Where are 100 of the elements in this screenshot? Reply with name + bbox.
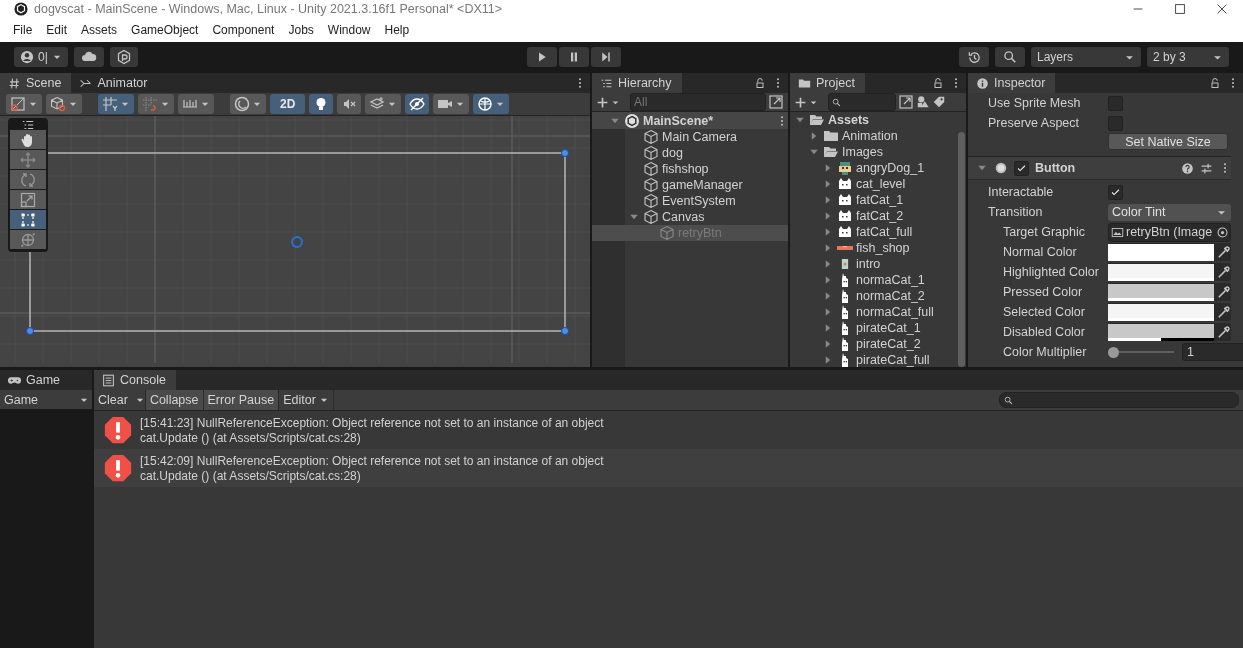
asset-item[interactable]: cat_level [856,177,906,191]
scale-tool-button[interactable] [10,190,46,209]
effects-button[interactable] [365,94,402,114]
field-label: Use Sprite Mesh [987,96,1082,110]
asset-item[interactable]: normaCat_full [856,305,934,319]
account-button[interactable]: 0| [14,47,68,67]
enabled-checkbox[interactable] [1014,160,1029,176]
pause-button[interactable] [559,47,589,67]
draw-mode-button[interactable] [6,94,42,114]
panel-tab[interactable]: Console [94,370,176,390]
menu-item[interactable]: File [6,23,40,37]
color-field[interactable] [1108,263,1214,281]
lighting-button[interactable] [309,94,334,114]
menu-item[interactable]: Window [320,23,378,37]
console-button[interactable]: Collapse [145,390,204,410]
field-label: Preserve Aspect [987,116,1080,130]
hierarchy-item[interactable]: dog [662,146,683,160]
hierarchy-item[interactable]: Main Camera [662,130,738,144]
collab-button[interactable] [109,47,138,67]
search-button[interactable] [995,47,1025,67]
cube-icon [643,129,659,145]
panel-tab[interactable]: Scene [0,73,72,93]
rect-tool-button[interactable] [10,210,46,229]
asset-item[interactable]: intro [856,257,881,271]
log-stack-trace[interactable]: cat.Update () (at Assets/Scripts/cat.cs:28) [140,468,604,483]
menu-item[interactable]: Assets [74,23,125,37]
orbit-button[interactable] [230,94,266,114]
asset-item[interactable]: pirateCat_full [856,353,930,367]
asset-folder[interactable]: Assets [828,113,869,127]
asset-item[interactable]: pirateCat_1 [856,321,921,335]
menu-item[interactable]: Edit [39,23,75,37]
log-message[interactable]: [15:41:23] NullReferenceException: Object reference not set to an instance of an object [140,415,604,430]
search-field[interactable]: All [630,93,766,111]
transition-dropdown[interactable]: Color Tint [1108,203,1231,221]
asset-item[interactable]: angryDog_1 [856,161,925,175]
draw-mode-icon [10,96,26,112]
maximize-icon [1173,2,1187,16]
checkbox[interactable] [1108,184,1123,200]
number-field[interactable]: 1 [1182,343,1243,361]
asset-item[interactable]: fish_shop [856,241,910,255]
grid-ruler-button[interactable] [178,94,214,114]
add-icon [596,95,609,109]
hierarchy-item[interactable]: gameManager [662,178,743,192]
scrollbar[interactable] [958,132,965,367]
asset-item[interactable]: fatCat_1 [856,193,904,207]
asset-item[interactable]: Animation [842,129,898,143]
set-native-size-button[interactable]: Set Native Size [1108,133,1228,150]
search-icon [1003,50,1017,64]
menu-item[interactable]: GameObject [124,23,206,37]
color-field[interactable] [1108,323,1214,341]
object-field[interactable]: retryBtn (Image [1108,222,1231,242]
history-button[interactable] [959,47,989,67]
color-field[interactable] [1108,303,1214,321]
display-dropdown[interactable]: Game [0,390,92,409]
lock-icon [932,77,944,89]
search-field[interactable] [828,93,896,111]
move-tool-icon [20,151,36,168]
log-stack-trace[interactable]: cat.Update () (at Assets/Scripts/cat.cs:28) [140,430,604,445]
shading-mode-button[interactable] [46,94,82,114]
hierarchy-item[interactable]: fishshop [662,162,709,176]
visibility-button[interactable] [405,94,430,114]
panel-tab[interactable]: Hierarchy [592,73,682,93]
layout-dropdown[interactable]: 2 by 3 [1147,47,1229,67]
cube-icon [659,225,675,241]
gizmos-button[interactable] [473,94,510,114]
field-label: Normal Color [1002,245,1078,259]
grid-snap-button[interactable] [98,94,134,114]
hidden-eye-icon [409,96,426,112]
presets-icon [1200,161,1213,175]
step-button[interactable] [591,47,621,67]
menu-item[interactable]: Component [205,23,282,37]
hand-tool-button[interactable] [10,130,46,149]
asset-item[interactable]: fatCat_2 [856,209,904,223]
hierarchy-item[interactable]: Canvas [662,210,705,224]
search-field[interactable] [999,392,1239,408]
hierarchy-item[interactable]: EventSystem [662,194,736,208]
asset-item[interactable]: Images [842,145,883,159]
layers-dropdown[interactable]: Layers [1031,47,1141,67]
color-field[interactable] [1108,243,1214,261]
asset-item[interactable]: fatCat_full [856,225,913,239]
target-icon [1216,225,1230,239]
log-message[interactable]: [15:42:09] NullReferenceException: Object reference not set to an instance of an object [140,453,604,468]
asset-item[interactable]: normaCat_2 [856,289,925,303]
camera-button[interactable] [433,94,470,114]
asset-item[interactable]: pirateCat_2 [856,337,921,351]
panel-tab[interactable]: Project [790,73,865,93]
cloud-button[interactable] [73,47,104,67]
asset-item[interactable]: normaCat_1 [856,273,925,287]
sprite-thumbnail-icon [837,208,853,224]
panel-tab[interactable]: Inspector [968,73,1056,93]
menu-item[interactable]: Jobs [281,23,321,37]
audio-button[interactable] [337,94,362,114]
console-button[interactable]: Error Pause [203,390,280,410]
grid-icon [8,76,21,90]
view-2d-button[interactable]: 2D [270,94,306,114]
play-button[interactable] [527,47,557,67]
color-field[interactable] [1108,283,1214,301]
check-icon [1016,162,1027,174]
shading-icon [50,96,66,112]
menu-item[interactable]: Help [377,23,417,37]
